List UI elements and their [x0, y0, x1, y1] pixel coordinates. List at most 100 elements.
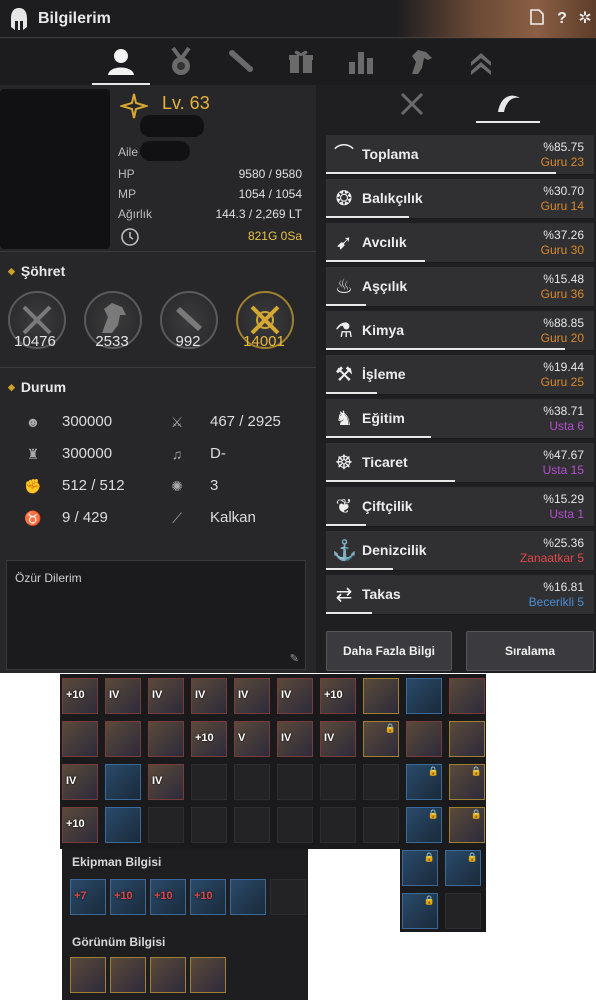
- subtab-combat[interactable]: [380, 85, 444, 123]
- empty-slot[interactable]: [277, 764, 313, 800]
- empty-slot[interactable]: [277, 807, 313, 843]
- gear-icon[interactable]: ✲: [576, 9, 594, 29]
- family-label: Aile: [118, 145, 139, 159]
- appearance-slot[interactable]: [150, 957, 186, 993]
- appearance-info-title: Görünüm Bilgisi: [72, 935, 166, 949]
- life-skill-row[interactable]: ⚒ İşleme %19.44 Guru 25: [326, 355, 594, 395]
- equipment-slot[interactable]: [105, 764, 141, 800]
- lock-icon: 🔒: [470, 809, 482, 819]
- more-info-button[interactable]: Daha Fazla Bilgi: [326, 631, 452, 671]
- appearance-slot[interactable]: [110, 957, 146, 993]
- life-skill-progress: [326, 480, 455, 482]
- equipment-slot[interactable]: +10: [62, 807, 98, 843]
- wheel-icon: ☸: [335, 452, 353, 474]
- equipment-slot[interactable]: [62, 721, 98, 757]
- equipment-slot[interactable]: [406, 721, 442, 757]
- tab-gift[interactable]: [272, 39, 330, 85]
- appearance-slot[interactable]: [190, 957, 226, 993]
- empty-slot[interactable]: [320, 807, 356, 843]
- equipment-slot[interactable]: V: [234, 721, 270, 757]
- equipment-slot[interactable]: IV: [191, 678, 227, 714]
- life-skill-row[interactable]: ☸ Ticaret %47.67 Usta 15: [326, 443, 594, 483]
- empty-slot[interactable]: [191, 764, 227, 800]
- life-skill-progress: [326, 348, 565, 350]
- equipment-slot[interactable]: IV: [148, 678, 184, 714]
- equipment-slot[interactable]: +10: [62, 678, 98, 714]
- empty-slot[interactable]: [234, 807, 270, 843]
- equipment-slot[interactable]: [105, 721, 141, 757]
- enhance-level: IV: [238, 689, 249, 701]
- equipment-info-title: Ekipman Bilgisi: [72, 855, 162, 869]
- equipment-info-slot[interactable]: +10: [110, 879, 146, 915]
- life-skill-row[interactable]: ♨ Aşçılık %15.48 Guru 36: [326, 267, 594, 307]
- equipment-slot[interactable]: 🔒: [363, 721, 399, 757]
- appearance-slot[interactable]: [70, 957, 106, 993]
- help-icon[interactable]: ?: [553, 9, 571, 29]
- empty-slot[interactable]: [148, 807, 184, 843]
- level-text: Lv. 63: [162, 93, 210, 113]
- equipment-slot[interactable]: [148, 721, 184, 757]
- empty-slot[interactable]: [363, 764, 399, 800]
- scroll-fame-value: 992: [175, 333, 201, 350]
- life-skill-percent: %37.26: [543, 228, 584, 242]
- ranking-button[interactable]: Sıralama: [466, 631, 594, 671]
- pencil-icon[interactable]: ✎: [290, 652, 299, 665]
- lock-icon: 🔒: [423, 852, 435, 862]
- equipment-info-slot[interactable]: +10: [190, 879, 226, 915]
- life-skill-row[interactable]: ⚗ Kimya %88.85 Guru 20: [326, 311, 594, 351]
- equipment-info-slot[interactable]: [270, 879, 306, 915]
- crossed-swords-icon: [400, 92, 424, 116]
- tab-medal[interactable]: [152, 39, 210, 85]
- subtab-life[interactable]: [476, 85, 540, 123]
- equipment-slot[interactable]: 🔒: [402, 893, 438, 929]
- tab-stats[interactable]: [332, 39, 390, 85]
- flask-icon: ⚗: [335, 320, 353, 342]
- lock-icon: 🔒: [423, 895, 435, 905]
- sickle-icon: [498, 95, 520, 112]
- life-skill-row[interactable]: ♞ Eğitim %38.71 Usta 6: [326, 399, 594, 439]
- equipment-slot[interactable]: +10: [191, 721, 227, 757]
- equipment-slot[interactable]: [363, 678, 399, 714]
- equipment-slot[interactable]: IV: [105, 678, 141, 714]
- empty-slot[interactable]: [363, 807, 399, 843]
- life-skill-row[interactable]: ⇄ Takas %16.81 Becerikli 5: [326, 575, 594, 615]
- equipment-slot[interactable]: IV: [320, 721, 356, 757]
- empty-slot[interactable]: [320, 764, 356, 800]
- empty-slot[interactable]: [445, 893, 481, 929]
- tab-rank[interactable]: [452, 39, 510, 85]
- equipment-slot[interactable]: IV: [277, 721, 313, 757]
- tab-horse[interactable]: [392, 39, 450, 85]
- equipment-slot[interactable]: [449, 721, 485, 757]
- tab-profile[interactable]: [92, 39, 150, 85]
- equipment-slot[interactable]: [449, 678, 485, 714]
- life-skill-row[interactable]: ➹ Avcılık %37.26 Guru 30: [326, 223, 594, 263]
- enhance-level: IV: [195, 689, 206, 701]
- life-skill-row[interactable]: ⌒ Toplama %85.75 Guru 23: [326, 135, 594, 175]
- equipment-slot[interactable]: [105, 807, 141, 843]
- equipment-slot[interactable]: 🔒: [449, 764, 485, 800]
- memo-box[interactable]: Özür Dilerim ✎: [6, 560, 306, 670]
- equipment-slot[interactable]: IV: [62, 764, 98, 800]
- life-skill-row[interactable]: ❦ Çiftçilik %15.29 Usta 1: [326, 487, 594, 527]
- equipment-slot[interactable]: 🔒: [406, 764, 442, 800]
- equipment-slot[interactable]: 🔒: [449, 807, 485, 843]
- enhance-level: IV: [66, 775, 77, 787]
- tab-scroll[interactable]: [212, 39, 270, 85]
- equipment-info-slot[interactable]: [230, 879, 266, 915]
- equipment-slot[interactable]: +10: [320, 678, 356, 714]
- equipment-slot[interactable]: 🔒: [402, 850, 438, 886]
- life-skill-row[interactable]: ⚓ Denizcilik %25.36 Zanaatkar 5: [326, 531, 594, 571]
- page-icon[interactable]: [528, 9, 546, 29]
- equipment-slot[interactable]: [406, 678, 442, 714]
- equipment-slot[interactable]: IV: [148, 764, 184, 800]
- empty-slot[interactable]: [234, 764, 270, 800]
- equipment-slot[interactable]: 🔒: [445, 850, 481, 886]
- equipment-slot[interactable]: IV: [277, 678, 313, 714]
- divider: [0, 251, 316, 252]
- equipment-info-slot[interactable]: +7: [70, 879, 106, 915]
- equipment-slot[interactable]: 🔒: [406, 807, 442, 843]
- life-skill-row[interactable]: ❂ Balıkçılık %30.70 Guru 14: [326, 179, 594, 219]
- equipment-slot[interactable]: IV: [234, 678, 270, 714]
- empty-slot[interactable]: [191, 807, 227, 843]
- equipment-info-slot[interactable]: +10: [150, 879, 186, 915]
